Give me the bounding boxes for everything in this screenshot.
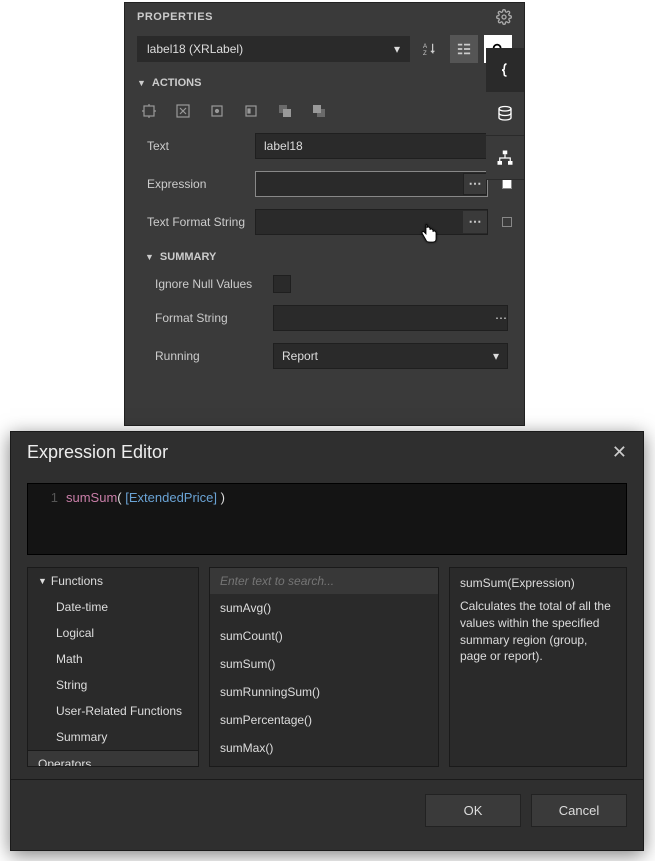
category-tree: ▼ Functions Date-time Logical Math Strin… <box>27 567 199 767</box>
expression-label: Expression <box>137 177 247 191</box>
code-function: sumSum <box>66 490 117 505</box>
tfs-label: Text Format String <box>137 215 247 229</box>
desc-title: sumSum(Expression) <box>460 576 616 590</box>
tree-functions[interactable]: ▼ Functions <box>28 568 198 594</box>
summary-label: SUMMARY <box>160 251 216 263</box>
expression-editor: Expression Editor ✕ 1sumSum( [ExtendedPr… <box>10 431 644 851</box>
ok-button[interactable]: OK <box>425 794 521 827</box>
tree-operators[interactable]: Operators <box>28 750 198 767</box>
expand-triangle-icon: ▼ <box>145 252 154 262</box>
editor-title: Expression Editor <box>27 442 168 463</box>
fn-item[interactable]: sumAvg() <box>210 594 438 622</box>
running-select[interactable]: Report ▾ <box>273 343 508 369</box>
expression-marker[interactable] <box>502 179 512 189</box>
properties-title: PROPERTIES <box>137 11 213 23</box>
ignore-null-checkbox[interactable] <box>273 275 291 293</box>
actions-section[interactable]: ▼ ACTIONS <box>125 67 524 95</box>
tfs-marker[interactable] <box>502 217 512 227</box>
fn-item[interactable]: sumPercentage() <box>210 706 438 734</box>
send-back-icon[interactable] <box>311 103 327 119</box>
side-tabs <box>486 48 524 180</box>
tree-user-functions[interactable]: User-Related Functions <box>28 698 198 724</box>
tfs-input[interactable]: ⋯ <box>255 209 488 235</box>
tfs-ellipsis-button[interactable]: ⋯ <box>463 211 487 233</box>
format-string-ellipsis-button[interactable]: ⋯ <box>495 311 507 325</box>
code-field: [ExtendedPrice] <box>125 490 217 505</box>
format-string-label: Format String <box>155 311 265 325</box>
svg-text:Z: Z <box>423 50 427 56</box>
align-left-icon[interactable] <box>243 103 259 119</box>
gear-icon[interactable] <box>496 9 512 25</box>
properties-panel: PROPERTIES label18 (XRLabel) ▾ AZ ▼ ACTI… <box>124 2 525 426</box>
tree-math[interactable]: Math <box>28 646 198 672</box>
fit-text-icon[interactable] <box>175 103 191 119</box>
format-string-input[interactable]: ⋯ <box>273 305 508 331</box>
align-center-icon[interactable] <box>209 103 225 119</box>
fn-item[interactable]: sumCount() <box>210 622 438 650</box>
function-list: sumAvg() sumCount() sumSum() sumRunningS… <box>209 567 439 767</box>
line-number: 1 <box>38 490 58 505</box>
expand-triangle-icon: ▼ <box>137 78 146 88</box>
fn-item[interactable]: sumRunningSum() <box>210 678 438 706</box>
close-icon[interactable]: ✕ <box>612 442 627 463</box>
cancel-button[interactable]: Cancel <box>531 794 627 827</box>
object-select-value: label18 (XRLabel) <box>147 42 243 56</box>
desc-body: Calculates the total of all the values w… <box>460 598 616 665</box>
object-select[interactable]: label18 (XRLabel) ▾ <box>137 36 410 62</box>
expression-ellipsis-button[interactable]: ⋯ <box>463 173 487 195</box>
running-label: Running <box>155 349 265 363</box>
description-panel: sumSum(Expression) Calculates the total … <box>449 567 627 767</box>
tree-summary[interactable]: Summary <box>28 724 198 750</box>
search-input[interactable] <box>210 568 438 594</box>
chevron-down-icon: ▾ <box>493 349 499 363</box>
tree-string[interactable]: String <box>28 672 198 698</box>
bring-front-icon[interactable] <box>277 103 293 119</box>
fn-item[interactable]: sumSum() <box>210 650 438 678</box>
fn-item[interactable]: sumMax() <box>210 734 438 762</box>
expression-input[interactable]: ⋯ <box>255 171 488 197</box>
svg-text:A: A <box>423 43 428 50</box>
ignore-null-label: Ignore Null Values <box>155 277 265 291</box>
fn-item[interactable]: sumMin() <box>210 762 438 767</box>
chevron-down-icon: ▾ <box>394 42 400 56</box>
tab-expressions[interactable] <box>486 48 524 92</box>
tab-data[interactable] <box>486 92 524 136</box>
expression-code-area[interactable]: 1sumSum( [ExtendedPrice] ) <box>27 483 627 555</box>
tree-datetime[interactable]: Date-time <box>28 594 198 620</box>
text-label: Text <box>137 139 247 153</box>
category-view-button[interactable] <box>450 35 478 63</box>
sort-az-button[interactable]: AZ <box>416 35 444 63</box>
fit-bounds-icon[interactable] <box>141 103 157 119</box>
actions-label: ACTIONS <box>152 77 202 89</box>
tab-structure[interactable] <box>486 136 524 180</box>
text-input[interactable]: label18 <box>255 133 488 159</box>
tree-logical[interactable]: Logical <box>28 620 198 646</box>
